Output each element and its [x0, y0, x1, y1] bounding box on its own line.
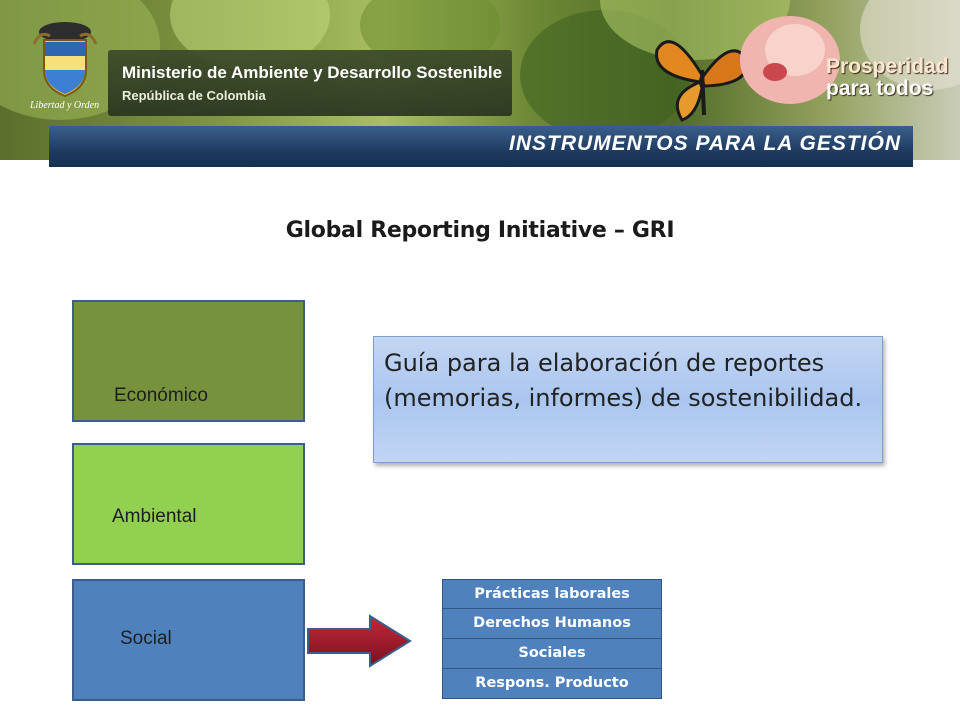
subcategory-product-responsibility: Respons. Producto: [442, 669, 662, 699]
ministry-banner: [108, 50, 512, 116]
slogan-line-1: Prosperidad: [826, 55, 949, 78]
section-title-bar: INSTRUMENTOS PARA LA GESTIÓN: [49, 126, 913, 167]
right-arrow-icon: [307, 614, 412, 668]
subcategory-society: Sociales: [442, 639, 662, 669]
ministry-name: Ministerio de Ambiente y Desarrollo Sost…: [122, 63, 503, 82]
social-dimension-box: Social: [72, 579, 305, 701]
economic-dimension-box: Económico: [72, 300, 305, 422]
ministry-subtitle: República de Colombia: [122, 88, 266, 103]
slogan: Prosperidad para todos: [826, 55, 949, 100]
subcategory-human-rights: Derechos Humanos: [442, 609, 662, 639]
slide-title: Global Reporting Initiative – GRI: [285, 218, 675, 243]
section-title: INSTRUMENTOS PARA LA GESTIÓN: [508, 132, 901, 155]
guide-description-box: Guía para la elaboración de reportes (me…: [373, 336, 883, 463]
social-subcategory-list: Prácticas laborales Derechos Humanos Soc…: [442, 579, 662, 699]
social-dimension-label: Social: [120, 628, 172, 649]
crest-motto: Libertad y Orden: [30, 100, 100, 111]
subcategory-labor-practices: Prácticas laborales: [442, 579, 662, 609]
slogan-line-2: para todos: [826, 77, 934, 100]
colombia-coat-of-arms-icon: [32, 22, 98, 98]
economic-dimension-label: Económico: [114, 385, 208, 406]
environmental-dimension-label: Ambiental: [112, 506, 197, 527]
environmental-dimension-box: Ambiental: [72, 443, 305, 565]
